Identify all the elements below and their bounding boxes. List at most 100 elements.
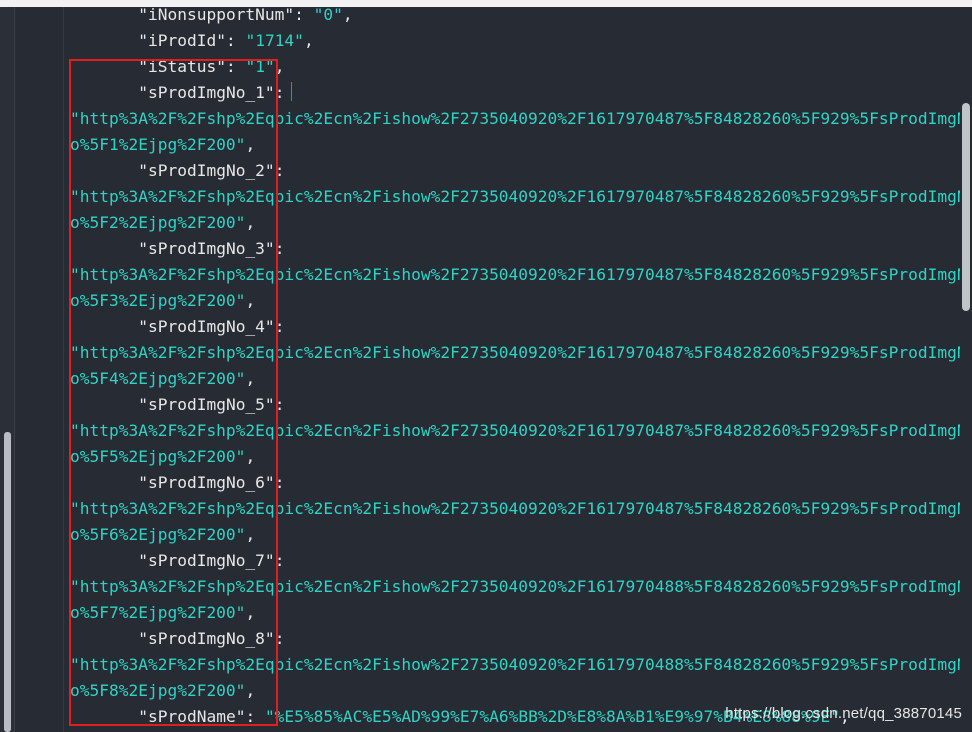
punctuation-token: : — [225, 57, 246, 76]
string-value-token: "1714" — [245, 31, 304, 50]
json-key-token: "iProdId" — [138, 31, 226, 50]
code-line[interactable]: 15 "iNonsupportNum": "0", — [70, 7, 960, 28]
line-number-gutter — [15, 7, 64, 732]
string-value-token: o%5F7%2Ejpg%2F200" — [70, 603, 246, 622]
code-line[interactable]: "http%3A%2F%2Fshp%2Eqpic%2Ecn%2Fishow%2F… — [70, 262, 960, 288]
punctuation-token: : — [274, 395, 285, 414]
string-value-token: o%5F8%2Ejpg%2F200" — [70, 681, 246, 700]
json-key-token: "sProdImgNo_5" — [138, 395, 275, 414]
watermark-url: https://blog.csdn.net/qq_38870145 — [725, 705, 962, 722]
code-line[interactable]: "http%3A%2F%2Fshp%2Eqpic%2Ecn%2Fishow%2F… — [70, 184, 960, 210]
code-line[interactable]: "http%3A%2F%2Fshp%2Eqpic%2Ecn%2Fishow%2F… — [70, 106, 960, 132]
punctuation-token: : — [274, 239, 285, 258]
string-value-token: o%5F2%2Ejpg%2F200" — [70, 213, 246, 232]
code-line[interactable]: 17 "iStatus": "1", — [70, 54, 960, 80]
code-editor[interactable]: 15 "iNonsupportNum": "0",16 "iProdId": "… — [15, 7, 972, 732]
punctuation-token: , — [245, 369, 256, 388]
window-top-edge — [0, 0, 972, 7]
code-line[interactable]: 18 "sProdImgNo_1": — [70, 80, 960, 106]
code-line[interactable]: 22 "sProdImgNo_5": — [70, 392, 960, 418]
punctuation-token: : — [225, 31, 246, 50]
json-key-token: "sProdImgNo_3" — [138, 239, 275, 258]
code-line[interactable]: 24 "sProdImgNo_7": — [70, 548, 960, 574]
string-value-token: "http%3A%2F%2Fshp%2Eqpic%2Ecn%2Fishow%2F… — [70, 265, 960, 284]
code-line[interactable]: 23 "sProdImgNo_6": — [70, 470, 960, 496]
json-key-token: "sProdImgNo_1" — [138, 83, 275, 102]
left-scrollbar-thumb[interactable] — [4, 432, 11, 732]
string-value-token: "http%3A%2F%2Fshp%2Eqpic%2Ecn%2Fishow%2F… — [70, 109, 960, 128]
punctuation-token: , — [342, 7, 353, 24]
code-line[interactable]: o%5F8%2Ejpg%2F200", — [70, 678, 960, 704]
punctuation-token: , — [245, 135, 256, 154]
punctuation-token: : — [245, 707, 265, 726]
code-line[interactable]: o%5F4%2Ejpg%2F200", — [70, 366, 960, 392]
code-line[interactable]: "http%3A%2F%2Fshp%2Eqpic%2Ecn%2Fishow%2F… — [70, 418, 960, 444]
code-line[interactable]: "http%3A%2F%2Fshp%2Eqpic%2Ecn%2Fishow%2F… — [70, 574, 960, 600]
string-value-token: "http%3A%2F%2Fshp%2Eqpic%2Ecn%2Fishow%2F… — [70, 421, 960, 440]
json-key-token: "sProdName" — [138, 707, 246, 726]
left-side-panel — [0, 7, 15, 732]
punctuation-token: : — [274, 551, 285, 570]
punctuation-token: : — [274, 473, 285, 492]
string-value-token: o%5F3%2Ejpg%2F200" — [70, 291, 246, 310]
json-key-token: "sProdImgNo_6" — [138, 473, 275, 492]
code-line[interactable]: "http%3A%2F%2Fshp%2Eqpic%2Ecn%2Fishow%2F… — [70, 496, 960, 522]
punctuation-token: : — [274, 317, 285, 336]
string-value-token: "http%3A%2F%2Fshp%2Eqpic%2Ecn%2Fishow%2F… — [70, 577, 960, 596]
string-value-token: "0" — [313, 7, 343, 24]
code-line[interactable]: o%5F7%2Ejpg%2F200", — [70, 600, 960, 626]
json-key-token: "sProdImgNo_2" — [138, 161, 275, 180]
punctuation-token: , — [245, 447, 256, 466]
code-line[interactable]: 16 "iProdId": "1714", — [70, 28, 960, 54]
string-value-token: o%5F4%2Ejpg%2F200" — [70, 369, 246, 388]
punctuation-token: , — [245, 291, 256, 310]
punctuation-token: , — [245, 603, 256, 622]
punctuation-token: , — [245, 525, 256, 544]
string-value-token: "http%3A%2F%2Fshp%2Eqpic%2Ecn%2Fishow%2F… — [70, 655, 960, 674]
string-value-token: "http%3A%2F%2Fshp%2Eqpic%2Ecn%2Fishow%2F… — [70, 187, 960, 206]
code-line[interactable]: 20 "sProdImgNo_3": — [70, 236, 960, 262]
string-value-token: o%5F1%2Ejpg%2F200" — [70, 135, 246, 154]
code-line[interactable]: "http%3A%2F%2Fshp%2Eqpic%2Ecn%2Fishow%2F… — [70, 340, 960, 366]
code-line[interactable]: "http%3A%2F%2Fshp%2Eqpic%2Ecn%2Fishow%2F… — [70, 652, 960, 678]
punctuation-token: , — [245, 213, 256, 232]
punctuation-token: : — [274, 161, 285, 180]
code-line[interactable]: 25 "sProdImgNo_8": — [70, 626, 960, 652]
punctuation-token: : — [274, 629, 285, 648]
string-value-token: "http%3A%2F%2Fshp%2Eqpic%2Ecn%2Fishow%2F… — [70, 343, 960, 362]
code-line[interactable]: o%5F6%2Ejpg%2F200", — [70, 522, 960, 548]
code-line[interactable]: 19 "sProdImgNo_2": — [70, 158, 960, 184]
string-value-token: "1" — [245, 57, 275, 76]
punctuation-token: , — [245, 681, 256, 700]
json-key-token: "sProdImgNo_7" — [138, 551, 275, 570]
code-line[interactable]: o%5F1%2Ejpg%2F200", — [70, 132, 960, 158]
code-content[interactable]: 15 "iNonsupportNum": "0",16 "iProdId": "… — [70, 7, 960, 732]
json-key-token: "sProdImgNo_8" — [138, 629, 275, 648]
json-key-token: "iNonsupportNum" — [138, 7, 295, 24]
code-line[interactable]: o%5F2%2Ejpg%2F200", — [70, 210, 960, 236]
punctuation-token: : — [294, 7, 314, 24]
code-line[interactable]: 21 "sProdImgNo_4": — [70, 314, 960, 340]
vertical-scrollbar-track[interactable] — [960, 7, 972, 732]
string-value-token: "http%3A%2F%2Fshp%2Eqpic%2Ecn%2Fishow%2F… — [70, 499, 960, 518]
string-value-token: o%5F5%2Ejpg%2F200" — [70, 447, 246, 466]
code-line[interactable]: o%5F3%2Ejpg%2F200", — [70, 288, 960, 314]
string-value-token: o%5F6%2Ejpg%2F200" — [70, 525, 246, 544]
punctuation-token: , — [274, 57, 285, 76]
text-cursor — [291, 82, 293, 101]
code-line[interactable]: o%5F5%2Ejpg%2F200", — [70, 444, 960, 470]
punctuation-token: , — [303, 31, 314, 50]
vertical-scrollbar-thumb[interactable] — [962, 103, 970, 311]
